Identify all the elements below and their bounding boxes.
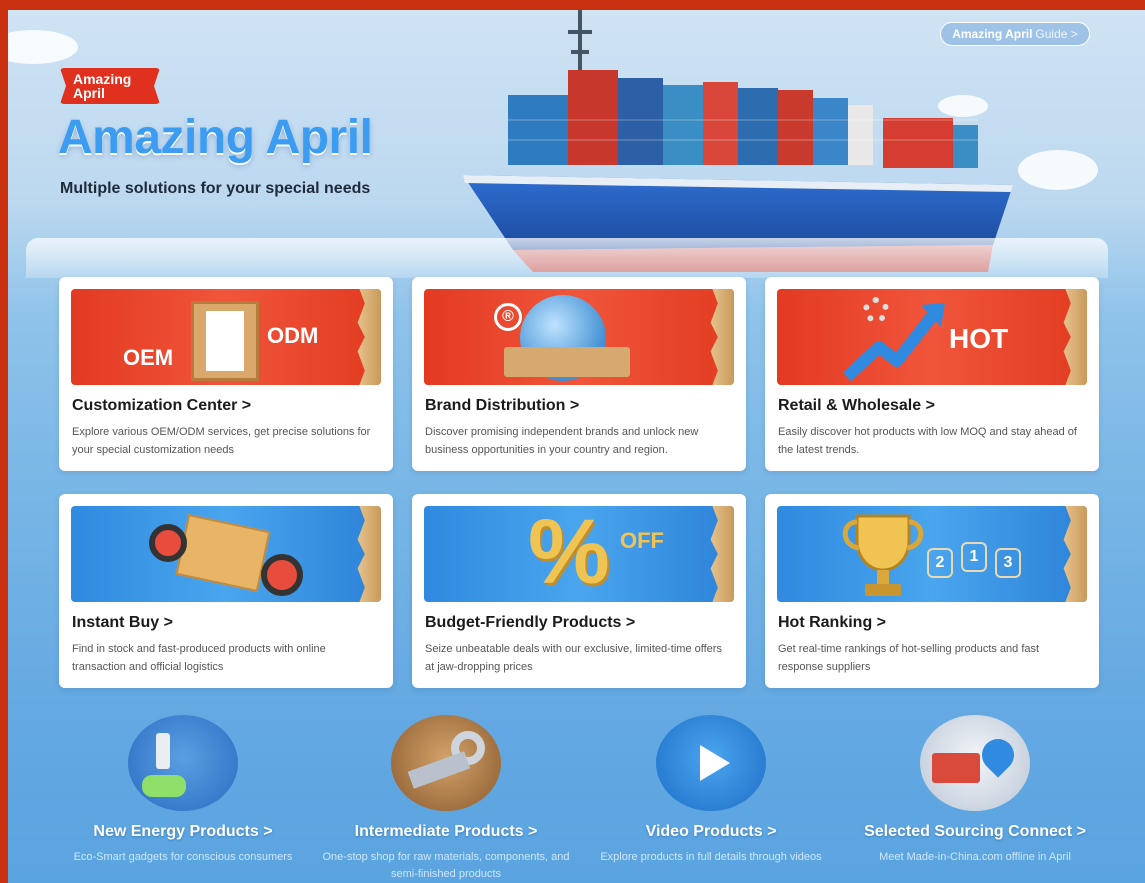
banner-text-odm: ODM [267, 323, 319, 348]
rank-3-icon: 3 [995, 548, 1021, 578]
gear-icon [863, 297, 889, 323]
card-description: Discover promising independent brands an… [425, 426, 699, 456]
hero-shelf [26, 238, 1108, 278]
card-budget-friendly[interactable]: % OFF Budget-Friendly Products > Seize u… [412, 494, 746, 688]
trophy-icon [842, 514, 924, 596]
page-subtitle: Multiple solutions for your special need… [60, 180, 371, 197]
cloud-decoration [1018, 150, 1098, 190]
banner-text-hot: HOT [949, 323, 1009, 354]
percent-icon: % [528, 506, 610, 602]
pipes-icon [391, 715, 501, 811]
category-sourcing-connect[interactable]: Selected Sourcing Connect > Meet Made-in… [845, 715, 1105, 866]
badge-line1: Amazing [73, 71, 132, 87]
card-banner: HOT [777, 289, 1087, 385]
ticket-edge-icon [1063, 289, 1087, 385]
banner-text-oem: OEM [123, 345, 174, 370]
parcel-icon [175, 513, 271, 593]
registered-mark-icon: ® [494, 303, 522, 331]
trend-arrow-icon [842, 303, 945, 382]
category-title[interactable]: Selected Sourcing Connect > [845, 823, 1105, 841]
ticket-edge-icon [1063, 506, 1087, 602]
cloud-decoration [8, 30, 78, 64]
rocket-engine-icon [261, 554, 303, 596]
category-title[interactable]: Video Products > [581, 823, 841, 841]
category-title[interactable]: Intermediate Products > [316, 823, 576, 841]
card-banner: ® [424, 289, 734, 385]
category-description: One-stop shop for raw materials, compone… [322, 851, 570, 880]
category-description: Eco-Smart gadgets for conscious consumer… [73, 851, 293, 863]
card-title[interactable]: Brand Distribution > [425, 397, 579, 415]
card-description: Easily discover hot products with low MO… [778, 426, 1077, 456]
ticket-edge-icon [357, 506, 381, 602]
card-title[interactable]: Customization Center > [72, 397, 251, 415]
play-icon [656, 715, 766, 811]
card-description: Explore various OEM/ODM services, get pr… [72, 426, 371, 456]
category-description: Meet Made-in-China.com offline in April [879, 851, 1071, 863]
card-description: Get real-time rankings of hot-selling pr… [778, 643, 1040, 673]
cabinet-drawer-icon [206, 311, 244, 371]
card-banner: % OFF [424, 506, 734, 602]
location-pin-icon [920, 715, 1030, 811]
ticket-edge-icon [710, 289, 734, 385]
page-frame: Amazing April Guide > Amazing April Amaz… [8, 10, 1145, 883]
card-retail-wholesale[interactable]: HOT Retail & Wholesale > Easily discover… [765, 277, 1099, 471]
ticket-edge-icon [357, 289, 381, 385]
card-title[interactable]: Instant Buy > [72, 614, 173, 632]
card-hot-ranking[interactable]: 2 1 3 Hot Ranking > Get real-time rankin… [765, 494, 1099, 688]
card-description: Find in stock and fast-produced products… [72, 643, 326, 673]
rank-1-icon: 1 [961, 542, 987, 572]
ev-charger-icon [128, 715, 238, 811]
card-instant-buy[interactable]: Instant Buy > Find in stock and fast-pro… [59, 494, 393, 688]
card-banner [71, 506, 381, 602]
card-title[interactable]: Retail & Wholesale > [778, 397, 935, 415]
card-customization-center[interactable]: OEM ODM Customization Center > Explore v… [59, 277, 393, 471]
amazing-april-badge: Amazing April [60, 68, 160, 104]
badge-line2: April [73, 85, 105, 101]
category-video[interactable]: Video Products > Explore products in ful… [581, 715, 841, 866]
card-brand-distribution[interactable]: ® Brand Distribution > Discover promisin… [412, 277, 746, 471]
guide-label-light: Guide > [1035, 27, 1078, 41]
page-title: Amazing April [58, 111, 373, 164]
card-description: Seize unbeatable deals with our exclusiv… [425, 643, 722, 673]
category-description: Explore products in full details through… [600, 851, 822, 863]
card-banner: OEM ODM [71, 289, 381, 385]
category-title[interactable]: New Energy Products > [53, 823, 313, 841]
rank-2-icon: 2 [927, 548, 953, 578]
card-title[interactable]: Hot Ranking > [778, 614, 886, 632]
category-new-energy[interactable]: New Energy Products > Eco-Smart gadgets … [53, 715, 313, 866]
card-title[interactable]: Budget-Friendly Products > [425, 614, 635, 632]
ticket-edge-icon [710, 506, 734, 602]
rocket-engine-icon [149, 524, 187, 562]
banner-text-off: OFF [620, 528, 664, 553]
boxes-pile-icon [504, 347, 630, 377]
category-intermediate[interactable]: Intermediate Products > One-stop shop fo… [316, 715, 576, 883]
card-banner: 2 1 3 [777, 506, 1087, 602]
